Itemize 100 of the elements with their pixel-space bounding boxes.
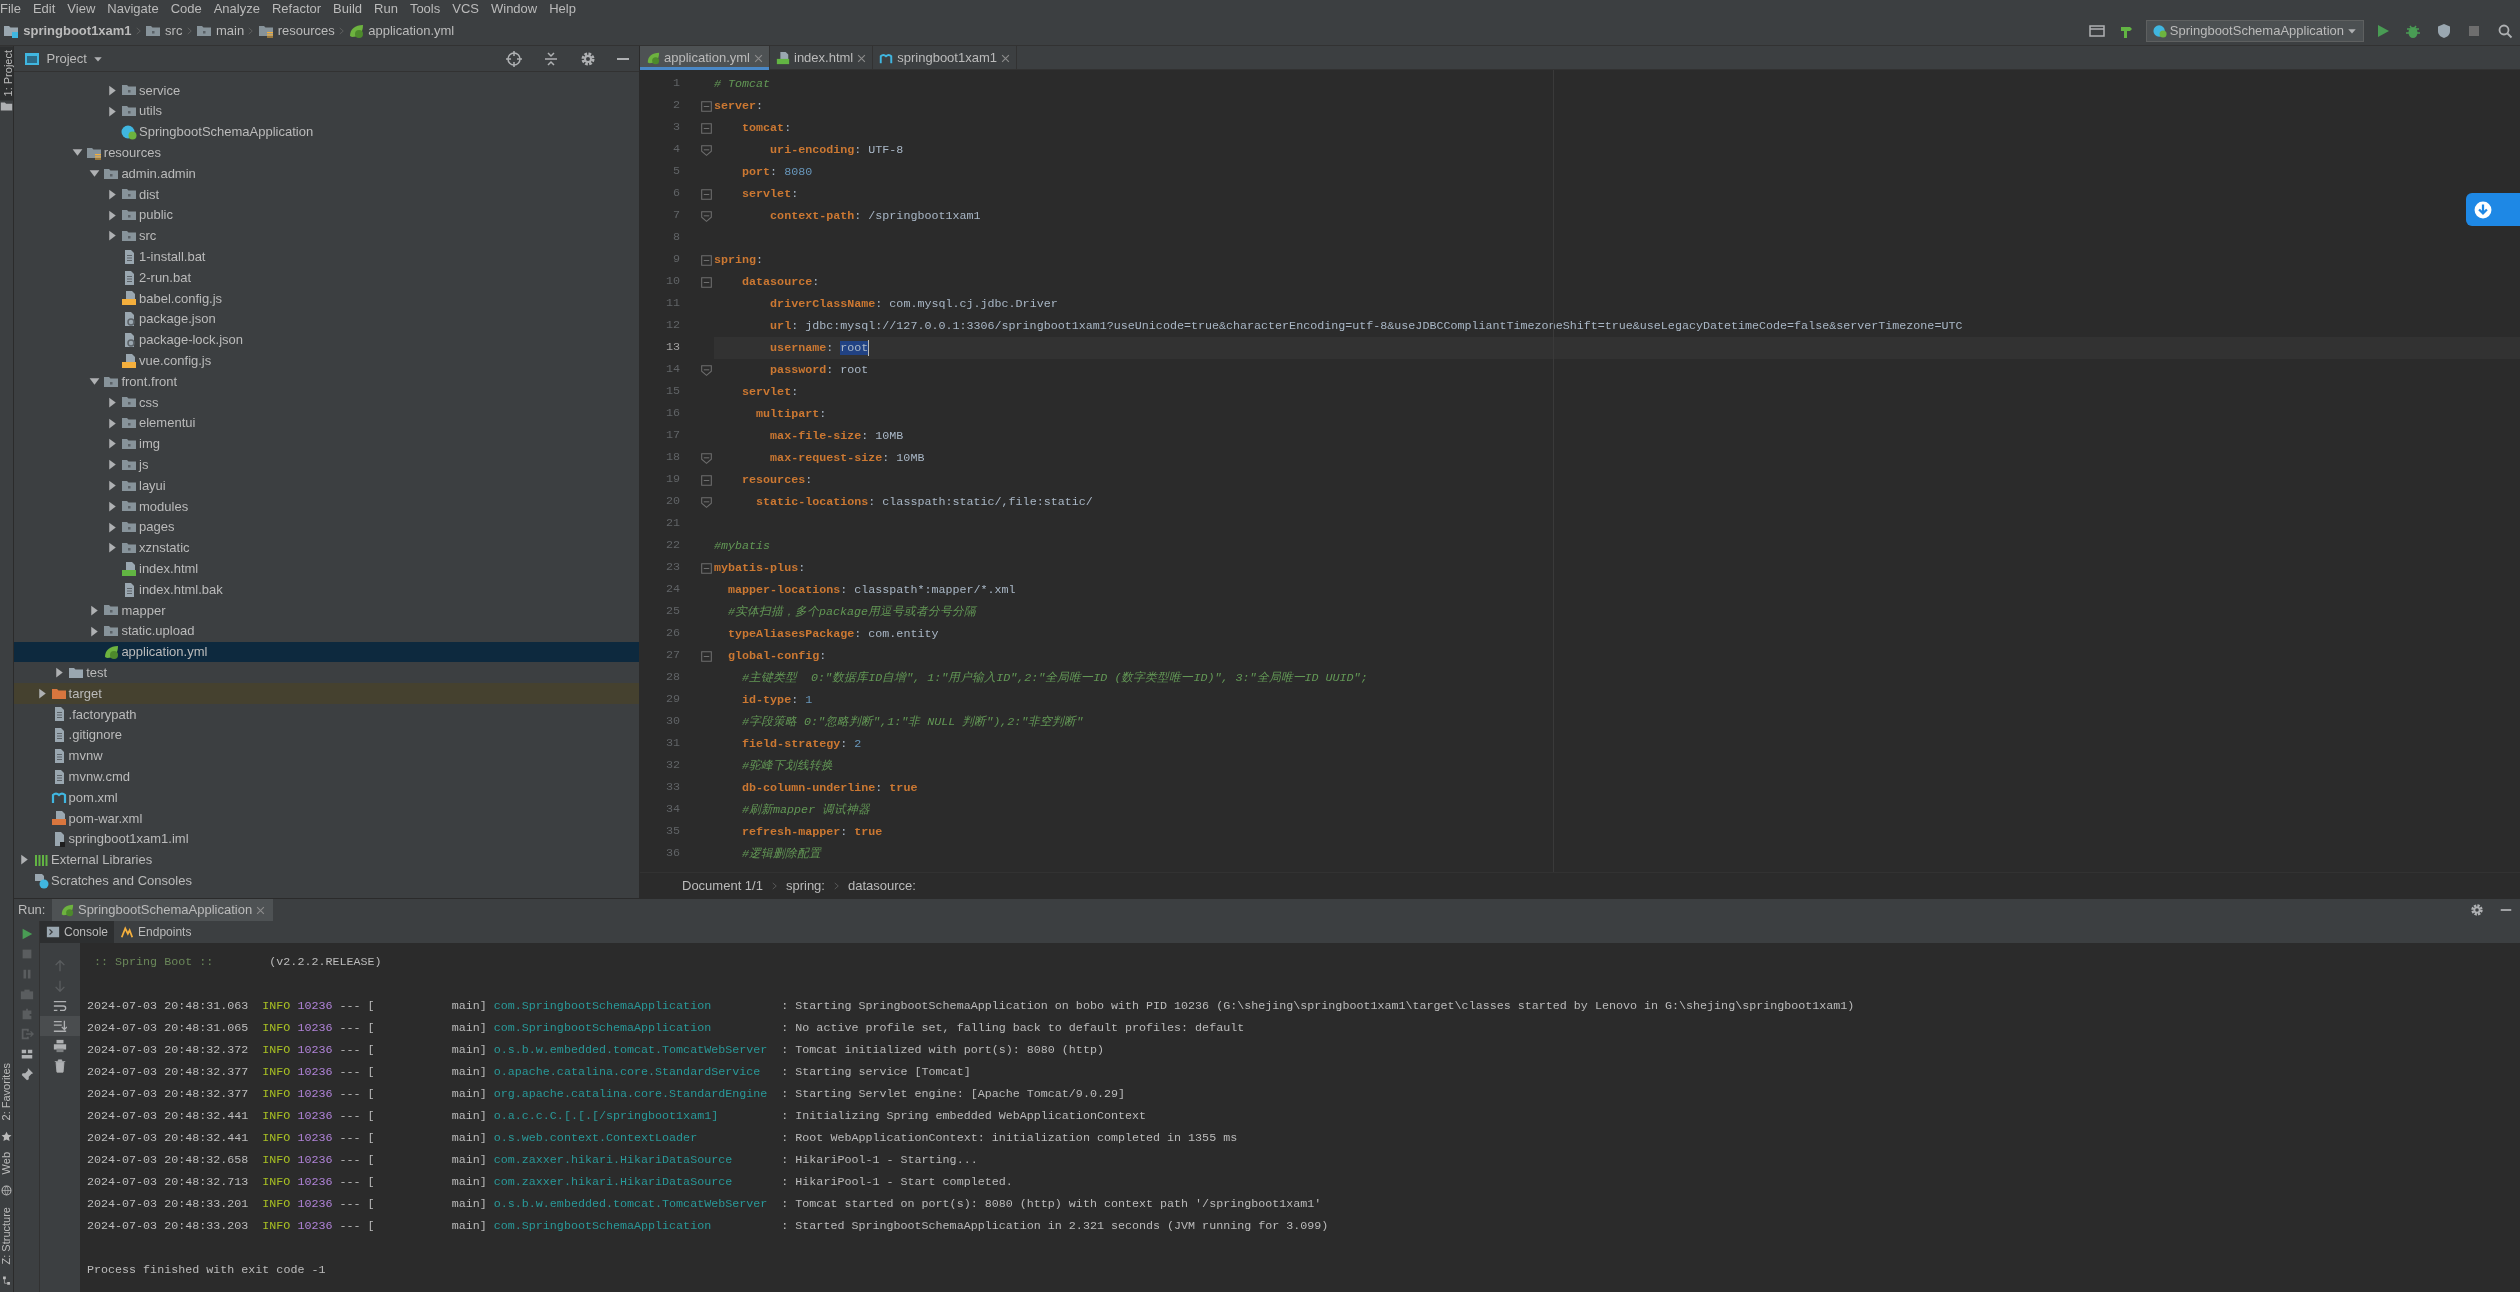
- menu-item[interactable]: Analyze: [213, 0, 268, 17]
- tree-item[interactable]: service: [14, 80, 639, 101]
- log-line: 2024-07-03 20:48:33.201 INFO 10236 --- [ main] o.s.b.w.embedded.tomcat.TomcatWebServer : Tomcat started on port(s): 8080 (http) with context path '/springboot1xam1': [87, 1196, 1323, 1213]
- tree-item[interactable]: static.upload: [14, 620, 639, 642]
- tree-item[interactable]: .gitignore: [14, 724, 639, 746]
- line-number: 29: [664, 691, 680, 709]
- bug-icon: [2405, 23, 2422, 39]
- shield-icon: [2435, 23, 2452, 39]
- console-line: :: Spring Boot :: (v2.2.2.RELEASE): [93, 954, 383, 971]
- menu-item[interactable]: File: [0, 0, 29, 17]
- tree-item[interactable]: admin.admin: [14, 163, 639, 184]
- console-tab[interactable]: Console: [40, 921, 115, 943]
- editor-tab[interactable]: springboot1xam1: [873, 46, 1017, 70]
- menu-item[interactable]: Tools: [409, 0, 449, 17]
- code-line: #实体扫描，多个package用逗号或者分号分隔: [727, 604, 977, 621]
- tool-window-tab[interactable]: 1: Project: [0, 46, 13, 101]
- tool-window-tab[interactable]: Z: Structure: [0, 1202, 15, 1268]
- tree-item[interactable]: js: [14, 454, 639, 476]
- tree-item[interactable]: 1-install.bat: [14, 246, 639, 268]
- tree-item[interactable]: target: [14, 683, 639, 704]
- line-number: 33: [664, 779, 680, 797]
- tree-item[interactable]: babel.config.js: [14, 287, 639, 309]
- project-view-dropdown[interactable]: Project: [20, 46, 108, 71]
- run-configuration-dropdown[interactable]: SpringbootSchemaApplication: [2145, 20, 2365, 42]
- console-line: Process finished with exit code -1: [87, 1262, 327, 1279]
- tree-item[interactable]: mvnw: [14, 745, 639, 767]
- breadcrumb-item[interactable]: resources: [257, 21, 335, 41]
- tree-item[interactable]: mvnw.cmd: [14, 766, 639, 788]
- console-tab[interactable]: Endpoints: [114, 921, 198, 943]
- tree-item[interactable]: css: [14, 391, 639, 413]
- folder-icon: [145, 23, 162, 39]
- editor-tab[interactable]: index.html: [770, 46, 874, 70]
- menu-item[interactable]: Help: [549, 0, 584, 17]
- tree-item[interactable]: pom.xml: [14, 787, 639, 808]
- run-tab[interactable]: SpringbootSchemaApplication: [51, 899, 274, 921]
- tree-item[interactable]: 2-run.bat: [14, 267, 639, 288]
- code-line: max-request-size: 10MB: [769, 450, 925, 467]
- menu-item[interactable]: View: [67, 0, 104, 17]
- breadcrumb-item[interactable]: main: [195, 21, 245, 41]
- tree-item[interactable]: External Libraries: [14, 849, 639, 871]
- tree-item[interactable]: dist: [14, 184, 639, 205]
- tree-item[interactable]: img: [14, 433, 639, 455]
- tree-item[interactable]: test: [14, 662, 639, 684]
- tree-item[interactable]: springboot1xam1.iml: [14, 828, 639, 850]
- breadcrumb-item[interactable]: Document 1/1: [682, 875, 763, 896]
- tree-item[interactable]: src: [14, 225, 639, 247]
- tree-item[interactable]: package.json: [14, 308, 639, 330]
- line-number: 32: [664, 757, 680, 775]
- code-line: # Tomcat: [714, 76, 771, 93]
- window-icon: [2088, 23, 2105, 39]
- log-line: 2024-07-03 20:48:32.441 INFO 10236 --- [ main] o.s.web.context.ContextLoader : Root WebApplicationContext: initialization completed in 1355 ms: [87, 1130, 1239, 1147]
- log-line: 2024-07-03 20:48:31.063 INFO 10236 --- [ main] com.SpringbootSchemaApplication : Starting SpringbootSchemaApplication on bobo with PID 10236 (G:\shejing\springboot1xam1\target\classes started by Lenovo in G:\shejing\springboot1xam1): [87, 998, 1856, 1015]
- tree-item[interactable]: mapper: [14, 599, 639, 621]
- tree-item[interactable]: xznstatic: [14, 537, 639, 559]
- scroll-to-end-button[interactable]: [40, 1016, 80, 1036]
- tree-item[interactable]: elementui: [14, 412, 639, 434]
- menu-item[interactable]: Refactor: [271, 0, 330, 17]
- breadcrumb-item[interactable]: src: [145, 21, 183, 41]
- line-number: 19: [664, 471, 680, 489]
- menu-item[interactable]: Window: [490, 0, 546, 17]
- code-line: multipart:: [755, 406, 827, 423]
- tree-item[interactable]: utils: [14, 100, 639, 122]
- scroll-end-icon: [53, 1019, 67, 1033]
- menu-item[interactable]: VCS: [452, 0, 487, 17]
- editor-tab[interactable]: application.yml: [640, 46, 770, 70]
- tree-item[interactable]: application.yml: [14, 641, 639, 663]
- resource-folder-icon: [257, 23, 274, 39]
- tree-item[interactable]: pages: [14, 516, 639, 538]
- line-number: 28: [664, 669, 680, 687]
- line-number: 27: [664, 647, 680, 665]
- tree-item[interactable]: index.html.bak: [14, 579, 639, 600]
- menu-item[interactable]: Navigate: [107, 0, 167, 17]
- leaf-icon: [59, 903, 74, 917]
- menu-item[interactable]: Build: [333, 0, 370, 17]
- code-line: db-column-underline: true: [741, 780, 918, 797]
- download-button[interactable]: [2466, 193, 2520, 226]
- menu-item[interactable]: Run: [374, 0, 406, 17]
- tree-item[interactable]: public: [14, 204, 639, 226]
- tree-item[interactable]: Scratches and Consoles: [14, 870, 639, 892]
- tree-item[interactable]: resources: [14, 142, 639, 164]
- breadcrumb-item[interactable]: springboot1xam1: [3, 21, 132, 41]
- code-line: servlet:: [741, 384, 799, 401]
- tree-item[interactable]: modules: [14, 495, 639, 517]
- tree-item[interactable]: vue.config.js: [14, 350, 639, 372]
- tree-item[interactable]: front.front: [14, 371, 639, 392]
- tree-item[interactable]: package-lock.json: [14, 329, 639, 351]
- close-icon: [256, 905, 266, 915]
- tree-item[interactable]: .factorypath: [14, 703, 639, 725]
- tree-item[interactable]: index.html: [14, 558, 639, 580]
- camera-icon: [19, 987, 34, 1002]
- tree-item[interactable]: pom-war.xml: [14, 807, 639, 829]
- menu-item[interactable]: Code: [170, 0, 210, 17]
- tool-window-tab[interactable]: 2: Favorites: [0, 1058, 15, 1125]
- breadcrumb-item[interactable]: spring:: [785, 875, 825, 896]
- menu-item[interactable]: Edit: [32, 0, 64, 17]
- breadcrumb-item[interactable]: datasource:: [847, 875, 916, 896]
- breadcrumb-item[interactable]: application.yml: [348, 21, 455, 41]
- tree-item[interactable]: SpringbootSchemaApplication: [14, 121, 639, 143]
- tree-item[interactable]: layui: [14, 475, 639, 496]
- tool-window-tab[interactable]: Web: [0, 1148, 15, 1179]
